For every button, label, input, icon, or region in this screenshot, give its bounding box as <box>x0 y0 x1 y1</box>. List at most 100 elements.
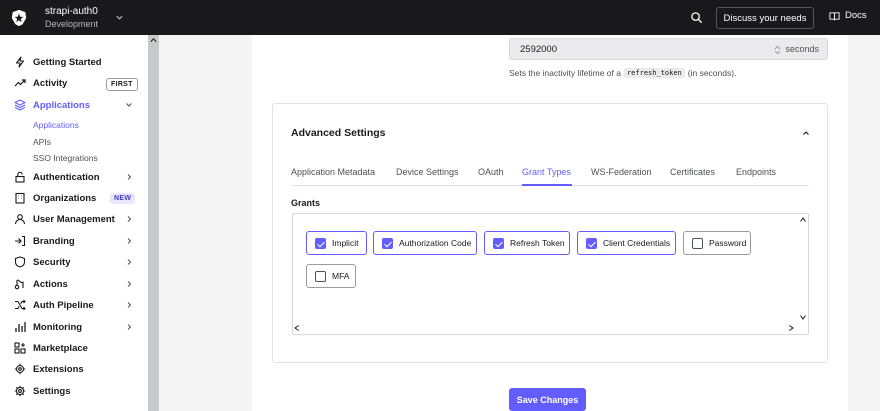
grant-mfa-checkbox[interactable]: MFA <box>306 264 356 288</box>
number-stepper-icon[interactable] <box>774 45 781 55</box>
chevron-up-icon[interactable] <box>802 129 810 137</box>
tenant-name: strapi-auth0 <box>45 6 98 17</box>
checkbox-unchecked-icon <box>692 237 703 249</box>
sidebar-item-label: Branding <box>33 235 75 247</box>
sidebar-item-label: Authentication <box>33 171 100 183</box>
top-bar: strapi-auth0 Development Discuss your ne… <box>0 0 880 35</box>
sidebar-item-label: Monitoring <box>33 321 83 333</box>
checkbox-checked-icon <box>586 237 597 249</box>
inactivity-lifetime-input[interactable]: 2592000 seconds <box>509 38 828 60</box>
gear-icon <box>14 385 26 397</box>
sidebar-item-label: Security <box>33 256 71 268</box>
sidebar-item-label: Getting Started <box>33 56 102 68</box>
sidebar-item-label: Auth Pipeline <box>33 299 94 311</box>
docs-link[interactable]: Docs <box>829 10 867 21</box>
sidebar-item-activity[interactable]: Activity FIRST <box>0 73 148 93</box>
tab-grant-types[interactable]: Grant Types <box>522 167 571 177</box>
active-tab-indicator <box>522 184 572 186</box>
auth0-logo-icon[interactable] <box>10 9 28 27</box>
sidebar-item-settings[interactable]: Settings <box>0 381 148 401</box>
trend-icon <box>14 79 26 87</box>
sign-in-icon <box>15 235 26 247</box>
grid-plus-icon <box>14 342 26 354</box>
sidebar-item-user-management[interactable]: User Management <box>0 209 148 229</box>
actions-icon <box>14 279 24 290</box>
save-changes-button[interactable]: Save Changes <box>509 388 586 411</box>
scroll-right-arrow-icon[interactable] <box>789 325 794 331</box>
grant-refresh-token-checkbox[interactable]: Refresh Token <box>484 231 570 255</box>
tenant-environment: Development <box>45 19 99 29</box>
sidebar-subitem-applications[interactable]: Applications <box>33 120 79 130</box>
help-text-before: Sets the inactivity lifetime of a <box>509 68 621 78</box>
gear-outline-icon <box>14 363 26 375</box>
sidebar-item-security[interactable]: Security <box>0 252 148 272</box>
sidebar-item-label: Actions <box>33 278 68 290</box>
sidebar-item-authentication[interactable]: Authentication <box>0 167 148 187</box>
grant-label: Client Credentials <box>603 238 671 248</box>
layers-icon <box>14 99 26 111</box>
chevron-right-icon <box>127 259 132 265</box>
sidebar-subitem-sso-integrations[interactable]: SSO Integrations <box>33 153 98 163</box>
tab-application-metadata[interactable]: Application Metadata <box>291 167 375 177</box>
grant-authorization-code-checkbox[interactable]: Authorization Code <box>373 231 477 255</box>
inactivity-help-text: Sets the inactivity lifetime of a refres… <box>509 68 736 78</box>
grant-label: Authorization Code <box>399 238 472 248</box>
grant-label: Refresh Token <box>510 238 565 248</box>
search-icon[interactable] <box>690 11 703 24</box>
grant-label: Password <box>709 238 747 248</box>
sidebar: Getting Started Activity FIRST Applicati… <box>0 35 148 411</box>
advanced-settings-title: Advanced Settings <box>291 127 386 139</box>
checkbox-unchecked-icon <box>315 270 326 282</box>
scroll-up-arrow-icon[interactable] <box>800 217 806 222</box>
scroll-left-arrow-icon[interactable] <box>294 325 299 331</box>
chevron-down-icon[interactable] <box>115 13 124 22</box>
refresh-token-code: refresh_token <box>623 68 685 78</box>
grant-label: MFA <box>332 271 350 281</box>
sidebar-item-label: Activity <box>33 77 68 89</box>
new-badge: NEW <box>110 193 136 204</box>
sidebar-item-actions[interactable]: Actions <box>0 274 148 294</box>
sidebar-scrollbar[interactable] <box>148 35 159 411</box>
docs-label: Docs <box>845 10 867 21</box>
sidebar-item-label: Marketplace <box>33 342 88 354</box>
sidebar-item-marketplace[interactable]: Marketplace <box>0 338 148 358</box>
sidebar-item-label: User Management <box>33 213 115 225</box>
book-icon <box>829 11 840 21</box>
tenant-switcher[interactable]: strapi-auth0 Development <box>45 6 98 30</box>
grant-implicit-checkbox[interactable]: Implicit <box>306 231 367 255</box>
tab-endpoints[interactable]: Endpoints <box>736 167 776 177</box>
sidebar-subitem-apis[interactable]: APIs <box>33 137 51 147</box>
lightning-icon <box>15 56 25 68</box>
scroll-up-arrow-icon[interactable] <box>150 37 157 43</box>
tab-device-settings[interactable]: Device Settings <box>396 167 459 177</box>
checkbox-checked-icon <box>315 237 326 249</box>
chevron-right-icon <box>127 302 132 308</box>
sidebar-item-label: Extensions <box>33 363 84 375</box>
discuss-needs-button[interactable]: Discuss your needs <box>716 7 814 29</box>
grant-client-credentials-checkbox[interactable]: Client Credentials <box>577 231 676 255</box>
grant-password-checkbox[interactable]: Password <box>683 231 751 255</box>
tab-ws-federation[interactable]: WS-Federation <box>591 167 652 177</box>
sidebar-item-label: Applications <box>33 99 91 111</box>
sidebar-item-extensions[interactable]: Extensions <box>0 359 148 379</box>
tab-oauth[interactable]: OAuth <box>478 167 504 177</box>
sidebar-item-label: Settings <box>33 385 71 397</box>
sidebar-item-label: Organizations <box>33 192 97 204</box>
sidebar-item-branding[interactable]: Branding <box>0 231 148 251</box>
sidebar-item-applications[interactable]: Applications <box>0 95 148 115</box>
sidebar-item-auth-pipeline[interactable]: Auth Pipeline <box>0 295 148 315</box>
first-badge: FIRST <box>106 78 138 91</box>
checkbox-checked-icon <box>493 237 504 249</box>
building-icon <box>15 192 25 204</box>
shield-icon <box>14 256 26 268</box>
inactivity-lifetime-value: 2592000 <box>520 43 557 55</box>
sidebar-item-monitoring[interactable]: Monitoring <box>0 317 148 337</box>
scroll-down-arrow-icon[interactable] <box>800 315 806 320</box>
chevron-right-icon <box>127 281 132 287</box>
sidebar-item-getting-started[interactable]: Getting Started <box>0 52 148 72</box>
sidebar-item-organizations[interactable]: Organizations NEW <box>0 188 148 208</box>
pipeline-icon <box>15 299 26 311</box>
tab-certificates[interactable]: Certificates <box>670 167 715 177</box>
chevron-down-icon <box>126 103 132 107</box>
chevron-right-icon <box>127 238 132 244</box>
